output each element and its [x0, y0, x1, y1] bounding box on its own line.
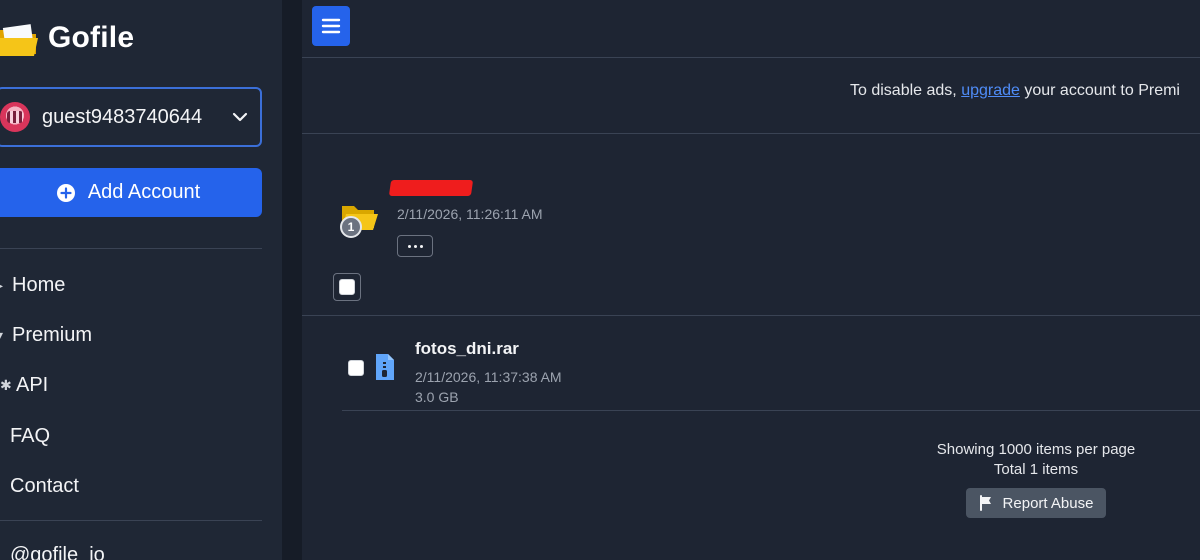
folder-date: 2/11/2026, 11:26:11 AM — [397, 206, 543, 222]
archive-file-icon — [376, 354, 394, 380]
sidebar-item-faq[interactable]: FAQ — [0, 413, 262, 459]
premium-icon: ▾ — [0, 327, 8, 343]
sidebar-item-contact[interactable]: Contact — [0, 463, 262, 509]
brand-name: Gofile — [48, 21, 135, 54]
home-icon: ▸ — [0, 277, 8, 293]
items-per-page: Showing 1000 items per page — [936, 441, 1136, 458]
file-date: 2/11/2026, 11:37:38 AM — [415, 369, 562, 385]
report-abuse-label: Report Abuse — [1002, 494, 1094, 512]
report-abuse-button[interactable]: Report Abuse — [966, 488, 1106, 518]
dot — [413, 244, 417, 248]
menu-toggle-button[interactable] — [312, 6, 350, 46]
main-content: To disable ads, upgrade your account to … — [302, 0, 1200, 560]
file-row[interactable]: fotos_dni.rar 2/11/2026, 11:37:38 AM 3.0… — [342, 316, 1200, 411]
dot — [419, 244, 423, 248]
sidebar-item-label: FAQ — [10, 424, 51, 447]
add-account-label: Add Account — [87, 181, 201, 203]
add-account-button[interactable]: Add Account — [0, 168, 262, 217]
select-all-wrapper — [333, 273, 361, 301]
app-root: Gofile guest9483740644 Add Account ▸ Hom… — [0, 0, 1200, 560]
select-all-checkbox[interactable] — [339, 279, 355, 295]
sidebar-gutter — [282, 0, 302, 560]
social-link[interactable]: @gofile_io — [10, 544, 105, 560]
sidebar-item-api[interactable]: ✱ API — [0, 362, 262, 408]
total-items: Total 1 items — [993, 461, 1079, 478]
hamburger-icon — [321, 18, 341, 34]
sidebar: Gofile guest9483740644 Add Account ▸ Hom… — [0, 0, 282, 560]
api-icon: ✱ — [0, 376, 12, 393]
folder-header: 1 2/11/2026, 11:26:11 AM — [302, 170, 1200, 270]
folder-count-badge: 1 — [340, 216, 362, 238]
chevron-down-icon — [232, 112, 248, 122]
ads-notice: To disable ads, upgrade your account to … — [850, 82, 1180, 100]
upgrade-link[interactable]: upgrade — [961, 82, 1020, 99]
file-checkbox[interactable] — [348, 360, 364, 376]
brand[interactable]: Gofile — [0, 14, 134, 62]
ads-suffix: your account to Premi — [1019, 82, 1180, 99]
ads-divider — [302, 133, 1200, 134]
more-options-button[interactable] — [397, 235, 433, 257]
account-username: guest9483740644 — [42, 105, 203, 128]
sidebar-item-label: Contact — [10, 474, 79, 497]
sidebar-item-label: API — [16, 373, 49, 396]
folder-logo-icon — [0, 24, 38, 56]
sidebar-item-label: Premium — [12, 323, 93, 346]
flag-icon — [979, 495, 991, 511]
ads-prefix: To disable ads, — [850, 82, 962, 99]
sidebar-divider — [0, 520, 262, 521]
sidebar-item-premium[interactable]: ▾ Premium — [0, 312, 262, 358]
sidebar-divider — [0, 248, 262, 249]
account-selector[interactable]: guest9483740644 — [0, 87, 262, 147]
file-size: 3.0 GB — [415, 389, 459, 405]
pagination-info: Showing 1000 items per page Total 1 item… — [902, 440, 1170, 480]
file-name[interactable]: fotos_dni.rar — [415, 339, 519, 359]
plus-circle-icon — [56, 183, 75, 202]
dot — [407, 244, 411, 248]
avatar — [0, 102, 30, 132]
redacted-folder-name — [388, 180, 474, 196]
sidebar-item-home[interactable]: ▸ Home — [0, 262, 262, 308]
header-divider — [302, 57, 1200, 58]
sidebar-item-label: Home — [12, 273, 66, 296]
